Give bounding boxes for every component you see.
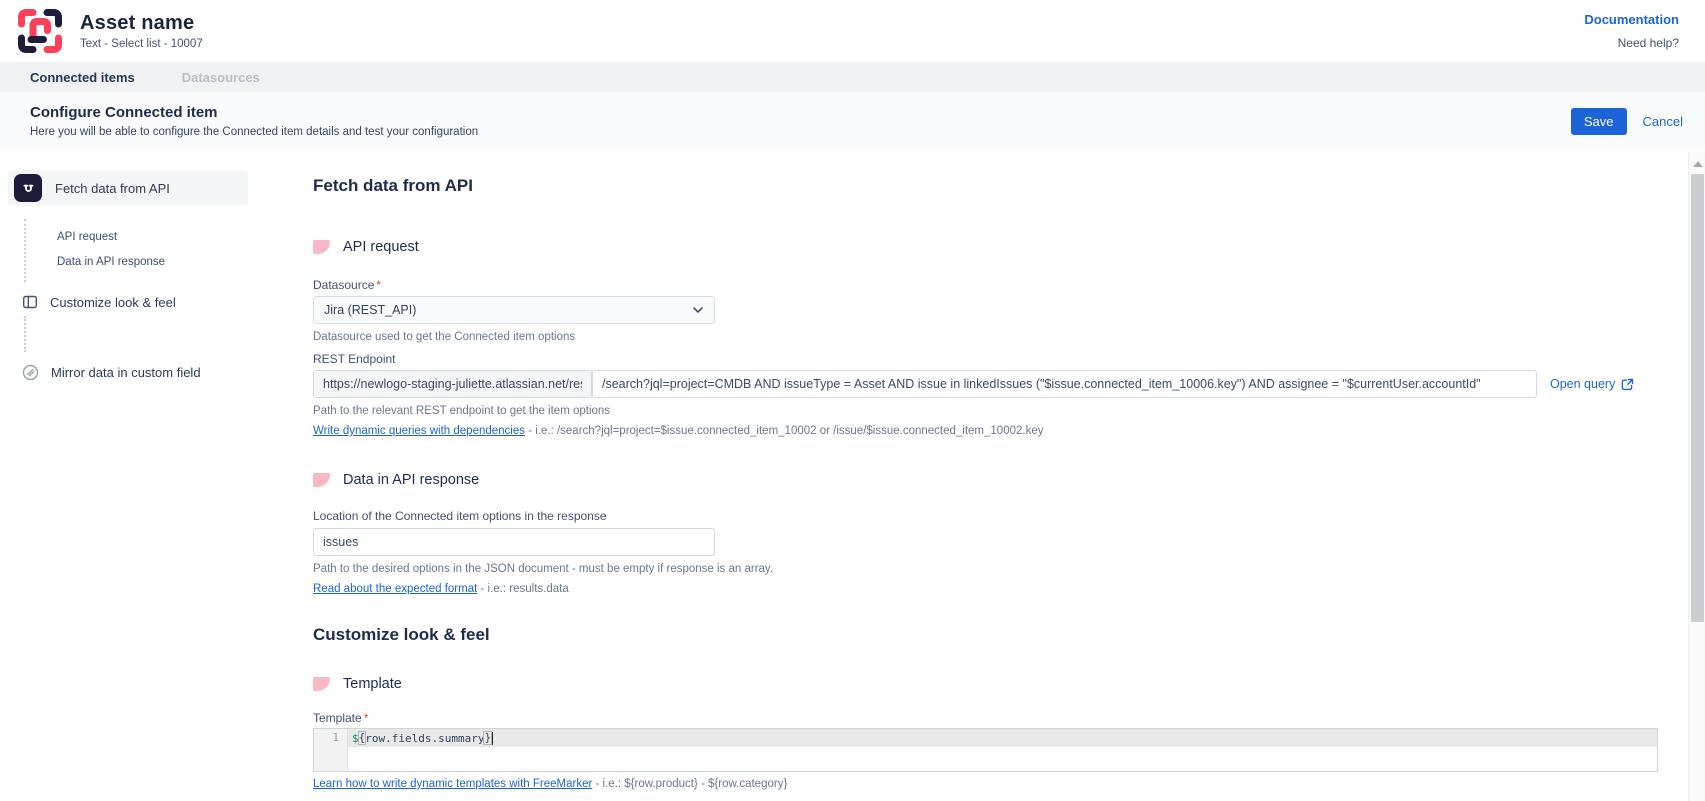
rest-endpoint-label: REST Endpoint	[313, 352, 1705, 367]
documentation-link[interactable]: Documentation	[1584, 12, 1679, 27]
sidebar-item-mirror-data[interactable]: Mirror data in custom field	[0, 358, 270, 386]
location-label: Location of the Connected item options i…	[313, 509, 1705, 524]
endpoint-base-input[interactable]	[313, 370, 592, 398]
customize-heading: Customize look & feel	[313, 625, 1705, 647]
line-number: 1	[332, 731, 339, 744]
datasource-select[interactable]: Jira (REST_API)	[313, 296, 715, 324]
configuration-form: Fetch data from API API request Datasour…	[270, 150, 1705, 801]
sidebar-item-fetch-data-from-api[interactable]: Fetch data from API	[8, 170, 248, 206]
location-input[interactable]	[313, 528, 715, 556]
sidebar-item-label: Customize look & feel	[50, 295, 176, 310]
data-response-section-title: Data in API response	[313, 471, 1705, 489]
code-token-expression: row.fields.summary	[365, 732, 484, 745]
required-asterisk: *	[364, 711, 369, 725]
datasource-help-text: Datasource used to get the Connected ite…	[313, 331, 1705, 345]
main-body: Fetch data from API API request Data in …	[0, 150, 1705, 801]
fetch-data-heading: Fetch data from API	[313, 176, 1705, 198]
section-wedge-icon	[313, 473, 330, 487]
code-token-open-brace: {	[359, 732, 366, 744]
vertical-scrollbar[interactable]	[1688, 152, 1705, 801]
tab-connected-items[interactable]: Connected items	[30, 70, 135, 85]
page-title: Asset name	[80, 12, 203, 35]
title-block: Asset name Text - Select list - 10007	[80, 12, 203, 50]
open-query-label: Open query	[1550, 377, 1615, 391]
editor-gutter: 1	[314, 729, 348, 771]
format-line: Read about the expected format - i.e.: r…	[313, 583, 1705, 597]
configure-header-text: Configure Connected item Here you will b…	[30, 104, 478, 138]
template-code-editor[interactable]: 1 ${row.fields.summary}	[313, 728, 1658, 772]
sidebar-connector-line	[24, 316, 270, 352]
section-title-text: Data in API response	[343, 472, 479, 488]
sidebar-item-api-request[interactable]: API request	[26, 231, 270, 243]
endpoint-row: Open query	[313, 370, 1705, 398]
section-wedge-icon	[313, 677, 330, 691]
scroll-up-arrow-icon[interactable]	[1693, 161, 1703, 167]
code-token-dollar: $	[352, 732, 359, 745]
location-help-text: Path to the desired options in the JSON …	[313, 563, 1705, 577]
app-window: Asset name Text - Select list - 10007 Do…	[0, 0, 1705, 801]
sidebar-item-label: Mirror data in custom field	[51, 365, 201, 380]
layout-icon	[22, 294, 38, 310]
freemarker-example: - i.e.: ${row.product} - ${row.category}	[592, 778, 787, 790]
section-title-text: API request	[343, 239, 419, 255]
configure-subtitle: Here you will be able to configure the C…	[30, 126, 478, 138]
sidebar-item-customize-look-and-feel[interactable]: Customize look & feel	[0, 288, 270, 316]
api-request-section-title: API request	[313, 238, 1705, 256]
open-query-link[interactable]: Open query	[1550, 377, 1634, 391]
sidebar-item-data-in-api-response[interactable]: Data in API response	[26, 256, 270, 268]
endpoint-query-input[interactable]	[592, 370, 1537, 398]
sidebar-item-label: Fetch data from API	[55, 181, 170, 196]
expected-format-link[interactable]: Read about the expected format	[313, 583, 477, 595]
step-sidebar: Fetch data from API API request Data in …	[0, 150, 270, 801]
label-text: Datasource	[313, 278, 374, 292]
freemarker-link[interactable]: Learn how to write dynamic templates wit…	[313, 778, 592, 790]
datasource-selected-value: Jira (REST_API)	[324, 303, 416, 317]
tab-bar: Connected items Datasources	[0, 62, 1705, 92]
section-title-text: Template	[343, 676, 402, 692]
app-header: Asset name Text - Select list - 10007 Do…	[0, 0, 1705, 62]
required-asterisk: *	[376, 278, 381, 292]
header-actions: Save Cancel	[1571, 108, 1683, 135]
tab-datasources[interactable]: Datasources	[182, 70, 260, 85]
scrollbar-thumb[interactable]	[1691, 174, 1704, 622]
cancel-button[interactable]: Cancel	[1643, 114, 1683, 129]
dynamic-queries-link[interactable]: Write dynamic queries with dependencies	[313, 425, 525, 437]
external-link-icon	[1621, 378, 1634, 391]
template-label: Template*	[313, 711, 1705, 726]
template-section-title: Template	[313, 675, 1705, 693]
need-help-link[interactable]: Need help?	[1584, 36, 1679, 50]
save-button[interactable]: Save	[1571, 108, 1627, 135]
format-example: - i.e.: results.data	[477, 583, 568, 595]
header-links: Documentation Need help?	[1584, 12, 1679, 50]
endpoint-help-text: Path to the relevant REST endpoint to ge…	[313, 405, 1705, 419]
configure-header: Configure Connected item Here you will b…	[0, 92, 1705, 150]
dynamic-queries-example: - i.e.: /search?jql=project=$issue.conne…	[525, 425, 1043, 437]
freemarker-line: Learn how to write dynamic templates wit…	[313, 778, 1705, 792]
chevron-down-icon	[692, 306, 704, 314]
text-cursor	[492, 732, 493, 745]
configure-title: Configure Connected item	[30, 104, 478, 121]
field-context-subtitle: Text - Select list - 10007	[80, 38, 203, 50]
editor-code-area[interactable]: ${row.fields.summary}	[348, 729, 1657, 771]
section-wedge-icon	[313, 240, 330, 254]
editor-active-line: ${row.fields.summary}	[348, 729, 1657, 747]
elements-connect-logo-icon	[17, 8, 63, 54]
datasource-label: Datasource*	[313, 278, 1705, 293]
magnet-icon	[14, 174, 42, 202]
dynamic-queries-line: Write dynamic queries with dependencies …	[313, 425, 1705, 439]
code-token-close-brace: }	[484, 732, 491, 744]
label-text: Template	[313, 711, 362, 725]
sidebar-subnav: API request Data in API response	[24, 219, 270, 282]
mirror-icon	[22, 364, 39, 381]
